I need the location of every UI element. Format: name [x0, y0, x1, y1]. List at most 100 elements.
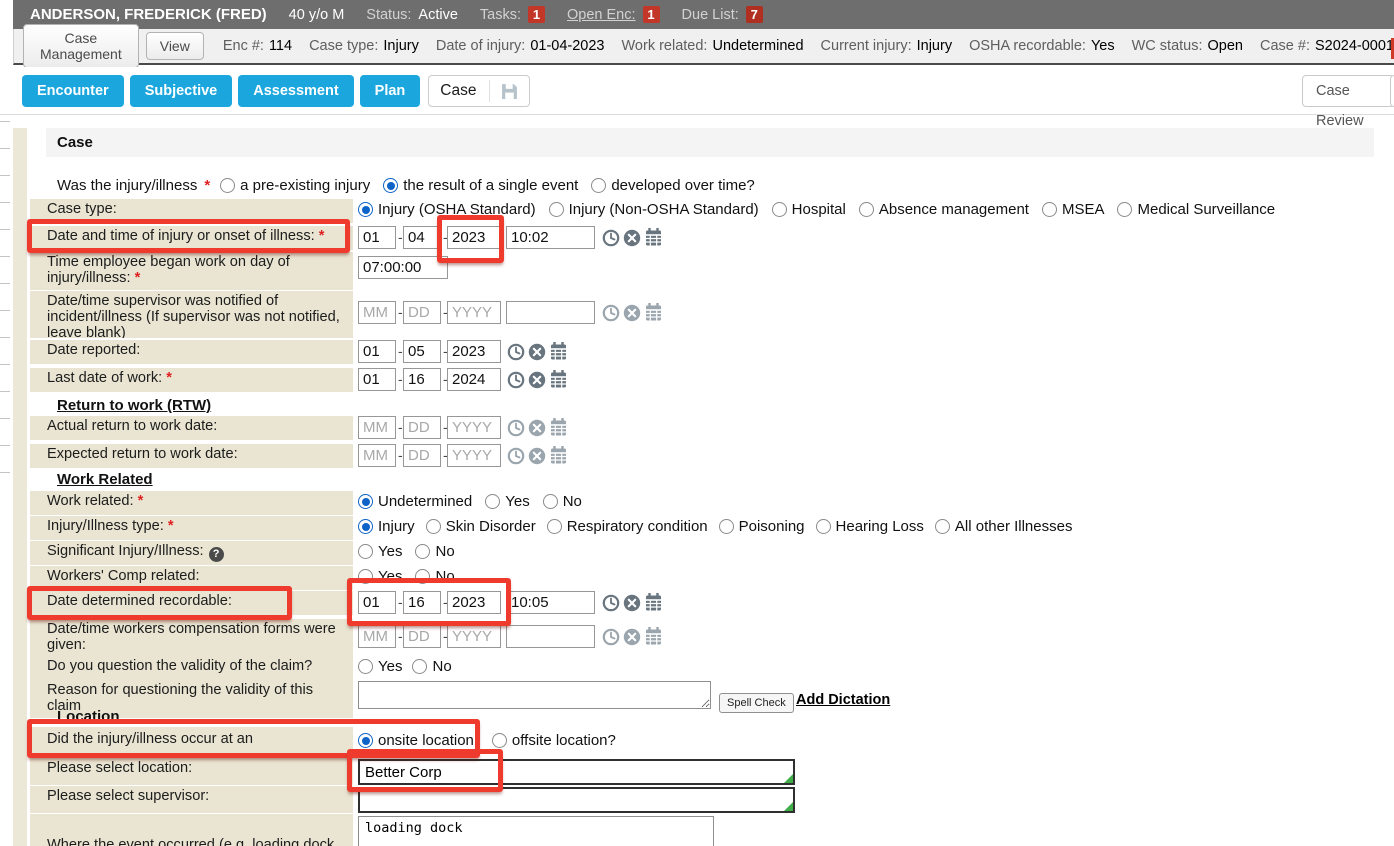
recordable-month-input[interactable]	[358, 591, 396, 614]
month-input[interactable]	[358, 444, 396, 467]
calendar-icon[interactable]	[644, 627, 663, 646]
radio-icon[interactable]	[719, 519, 734, 534]
radio-icon[interactable]	[412, 659, 427, 674]
tab-assessment[interactable]: Assessment	[238, 75, 353, 107]
year-input[interactable]	[447, 444, 501, 467]
radio-icon[interactable]	[220, 178, 235, 193]
radio-yes[interactable]: Yes	[358, 568, 402, 585]
radio-icon[interactable]	[859, 202, 874, 217]
radio-icon[interactable]	[358, 659, 373, 674]
radio-icon[interactable]	[549, 202, 564, 217]
recordable-time-input[interactable]	[506, 591, 595, 614]
radio-icon[interactable]	[485, 494, 500, 509]
radio-no[interactable]: No	[415, 543, 454, 560]
case-review-button[interactable]: Case Review	[1302, 75, 1394, 107]
year-input[interactable]	[447, 340, 501, 363]
time-input[interactable]	[506, 625, 595, 648]
tab-encounter[interactable]: Encounter	[22, 75, 124, 107]
radio-icon[interactable]	[591, 178, 606, 193]
calendar-icon[interactable]	[549, 370, 568, 389]
day-input[interactable]	[403, 444, 441, 467]
time-began-input[interactable]	[358, 256, 448, 279]
clear-icon[interactable]	[528, 447, 546, 465]
month-input[interactable]	[358, 416, 396, 439]
clock-icon[interactable]	[602, 594, 620, 612]
year-input[interactable]	[447, 301, 501, 324]
reason-textarea[interactable]	[358, 681, 711, 709]
clock-icon[interactable]	[507, 371, 525, 389]
add-dictation-link[interactable]: Add Dictation	[796, 692, 890, 708]
radio-no[interactable]: No	[543, 493, 582, 510]
clock-icon[interactable]	[507, 447, 525, 465]
tab-case[interactable]: Case	[428, 75, 530, 107]
day-input[interactable]	[403, 340, 441, 363]
injury-year-input[interactable]	[447, 226, 501, 249]
help-icon[interactable]: ?	[209, 547, 224, 562]
injury-time-input[interactable]	[506, 226, 595, 249]
month-input[interactable]	[358, 625, 396, 648]
day-input[interactable]	[403, 625, 441, 648]
radio-selected-icon[interactable]	[358, 519, 373, 534]
supervisor-input[interactable]	[358, 787, 795, 813]
radio-msea[interactable]: MSEA	[1042, 201, 1105, 218]
location-input[interactable]	[358, 759, 795, 785]
radio-offsite[interactable]: offsite location?	[492, 732, 616, 749]
radio-icon[interactable]	[492, 733, 507, 748]
clear-icon[interactable]	[623, 628, 641, 646]
time-input[interactable]	[506, 301, 595, 324]
year-input[interactable]	[447, 625, 501, 648]
radio-yes[interactable]: Yes	[358, 543, 402, 560]
radio-all-other[interactable]: All other Illnesses	[935, 518, 1073, 535]
radio-icon[interactable]	[1117, 202, 1132, 217]
radio-icon[interactable]	[1042, 202, 1057, 217]
calendar-icon[interactable]	[549, 342, 568, 361]
injury-month-input[interactable]	[358, 226, 396, 249]
day-input[interactable]	[403, 368, 441, 391]
radio-icon[interactable]	[543, 494, 558, 509]
radio-icon[interactable]	[772, 202, 787, 217]
radio-injury[interactable]: Injury	[358, 518, 415, 535]
radio-onsite[interactable]: onsite location	[358, 732, 474, 749]
clipped-button[interactable]	[1390, 75, 1394, 107]
radio-icon[interactable]	[358, 544, 373, 559]
clear-icon[interactable]	[623, 229, 641, 247]
radio-icon[interactable]	[426, 519, 441, 534]
radio-yes[interactable]: Yes	[358, 658, 402, 675]
tab-plan[interactable]: Plan	[360, 75, 421, 107]
tab-subjective[interactable]: Subjective	[130, 75, 233, 107]
clock-icon[interactable]	[602, 304, 620, 322]
open-enc-link[interactable]: Open Enc:	[567, 7, 636, 23]
radio-hearing-loss[interactable]: Hearing Loss	[816, 518, 924, 535]
clock-icon[interactable]	[602, 229, 620, 247]
calendar-icon[interactable]	[549, 418, 568, 437]
calendar-icon[interactable]	[644, 228, 663, 247]
save-icon[interactable]	[501, 83, 518, 100]
radio-yes[interactable]: Yes	[485, 493, 529, 510]
clear-icon[interactable]	[623, 594, 641, 612]
injury-day-input[interactable]	[403, 226, 441, 249]
radio-icon[interactable]	[547, 519, 562, 534]
radio-developed-over-time[interactable]: developed over time?	[591, 177, 754, 194]
radio-no[interactable]: No	[415, 568, 454, 585]
radio-respiratory[interactable]: Respiratory condition	[547, 518, 708, 535]
clock-icon[interactable]	[507, 343, 525, 361]
calendar-icon[interactable]	[549, 446, 568, 465]
radio-absence-management[interactable]: Absence management	[859, 201, 1029, 218]
radio-single-event[interactable]: the result of a single event	[383, 177, 578, 194]
clear-icon[interactable]	[623, 304, 641, 322]
month-input[interactable]	[358, 301, 396, 324]
day-input[interactable]	[403, 301, 441, 324]
where-occurred-textarea[interactable]: loading dock	[358, 816, 714, 846]
year-input[interactable]	[447, 416, 501, 439]
radio-icon[interactable]	[816, 519, 831, 534]
day-input[interactable]	[403, 416, 441, 439]
radio-poisoning[interactable]: Poisoning	[719, 518, 805, 535]
recordable-day-input[interactable]	[403, 591, 441, 614]
month-input[interactable]	[358, 340, 396, 363]
radio-icon[interactable]	[358, 569, 373, 584]
radio-hospital[interactable]: Hospital	[772, 201, 846, 218]
radio-selected-icon[interactable]	[358, 494, 373, 509]
calendar-icon[interactable]	[644, 593, 663, 612]
year-input[interactable]	[447, 368, 501, 391]
open-enc-badge[interactable]: 1	[643, 6, 660, 23]
